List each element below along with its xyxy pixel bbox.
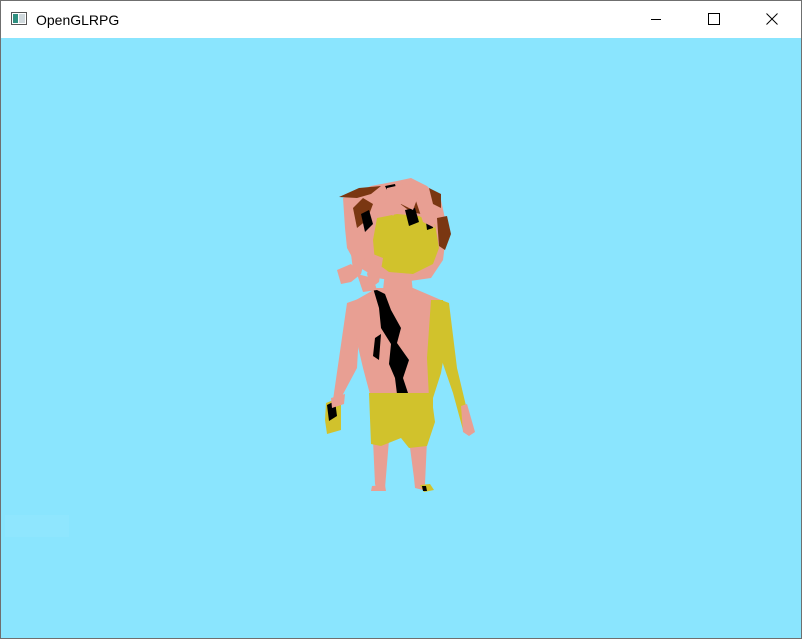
minimize-button[interactable]: [627, 1, 685, 38]
window-title: OpenGLRPG: [36, 12, 120, 28]
character-left-foot: [371, 485, 386, 491]
close-button[interactable]: [743, 1, 801, 38]
hud-panel: [5, 515, 69, 537]
game-viewport[interactable]: [1, 38, 801, 638]
maximize-button[interactable]: [685, 1, 743, 38]
character-left-leg: [373, 440, 389, 490]
character-neck: [383, 272, 413, 292]
player-character-sprite: [325, 178, 475, 492]
app-window-icon: [11, 12, 27, 25]
minimize-icon: [650, 12, 662, 28]
character-right-foot: [420, 484, 434, 492]
character-torso-cloth: [427, 300, 447, 398]
app-window: OpenGLRPG: [0, 0, 802, 639]
close-icon: [766, 12, 778, 28]
character-right-hand: [461, 404, 475, 436]
maximize-icon: [708, 12, 720, 28]
title-bar[interactable]: OpenGLRPG: [1, 1, 801, 38]
